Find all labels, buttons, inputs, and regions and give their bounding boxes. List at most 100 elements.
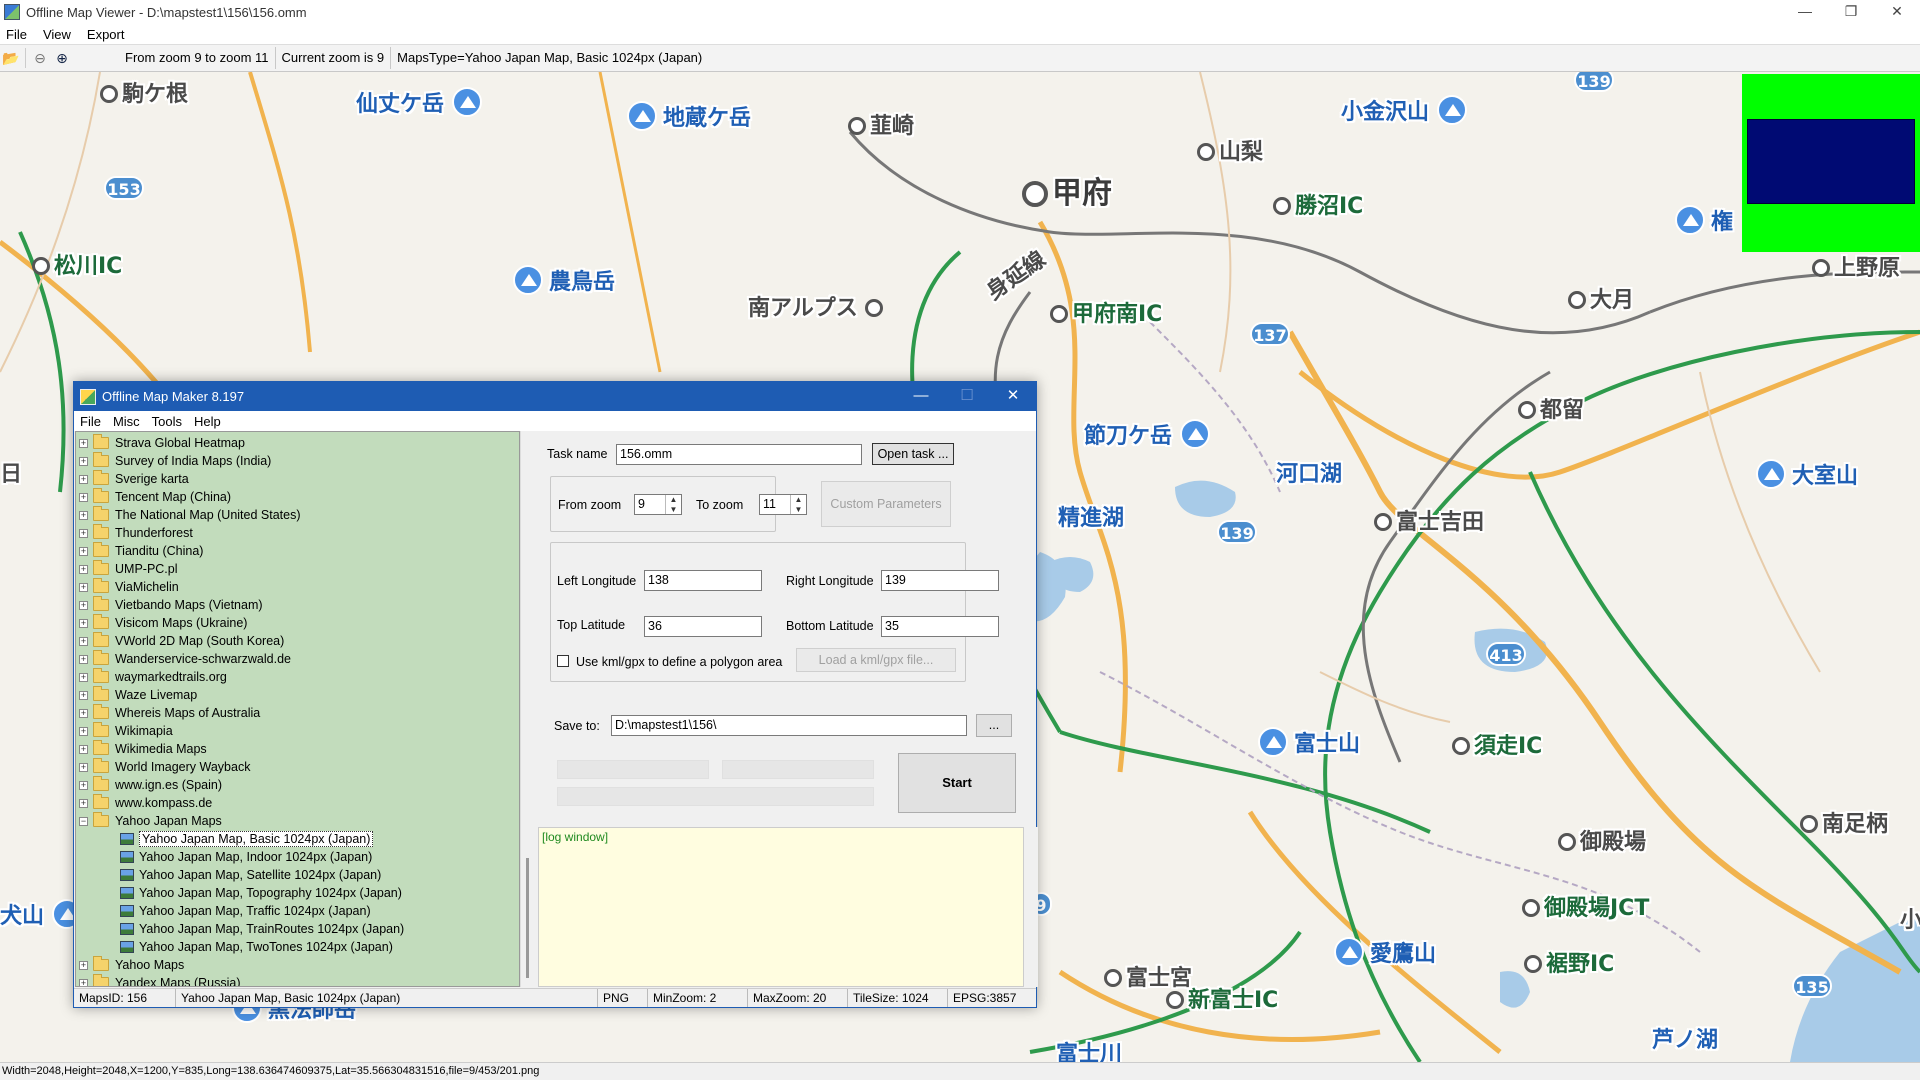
log-text: [log window] [542,830,609,844]
dialog-menu-file[interactable]: File [80,414,101,429]
collapse-icon[interactable]: − [79,816,88,826]
expand-icon[interactable]: + [79,474,88,484]
expand-icon[interactable]: + [79,528,88,538]
left-longitude-input[interactable]: 138 [644,570,762,591]
minimize-button[interactable]: — [1782,0,1828,24]
route-shield: 413 [1486,642,1526,666]
bottom-latitude-input[interactable]: 35 [881,616,999,637]
tree-folder-item[interactable]: + Wikimedia Maps [79,740,207,758]
tree-map-item[interactable]: Yahoo Japan Map, Indoor 1024px (Japan) [120,848,372,866]
open-task-button[interactable]: Open task ... [872,443,954,465]
tree-folder-item[interactable]: + Sverige karta [79,470,189,488]
tree-folder-item[interactable]: + Visicom Maps (Ukraine) [79,614,247,632]
expand-icon[interactable]: + [79,744,88,754]
expand-icon[interactable]: + [79,672,88,682]
dialog-maximize-button: ☐ [960,387,974,404]
tree-folder-item[interactable]: + The National Map (United States) [79,506,301,524]
log-scrollbar[interactable] [1024,827,1038,987]
dialog-menu-tools[interactable]: Tools [152,414,182,429]
kml-checkbox-label[interactable]: Use kml/gpx to define a polygon area [576,655,782,669]
expand-icon[interactable]: + [79,690,88,700]
from-zoom-spinner[interactable]: ▲ ▼ [665,495,681,514]
tree-folder-item[interactable]: + Wanderservice-schwarzwald.de [79,650,291,668]
tree-folder-item[interactable]: + waymarkedtrails.org [79,668,227,686]
tree-map-item[interactable]: Yahoo Japan Map, TwoTones 1024px (Japan) [120,938,393,956]
top-latitude-input[interactable]: 36 [644,616,762,637]
tree-folder-item[interactable]: + World Imagery Wayback [79,758,250,776]
tree-folder-item[interactable]: + Strava Global Heatmap [79,434,245,452]
tree-map-item[interactable]: Yahoo Japan Map, Traffic 1024px (Japan) [120,902,371,920]
map-source-tree[interactable]: + Strava Global Heatmap + Survey of India M… [75,431,520,987]
dialog-menu-misc[interactable]: Misc [113,414,140,429]
tree-folder-item[interactable]: + Yandex Maps (Russia) [79,974,241,986]
tree-folder-item[interactable]: + Tencent Map (China) [79,488,231,506]
tree-folder-item[interactable]: − Yahoo Japan Maps [79,812,222,830]
expand-icon[interactable]: + [79,798,88,808]
expand-icon[interactable]: + [79,780,88,790]
overview-viewport[interactable] [1747,119,1915,204]
dialog-menu-help[interactable]: Help [194,414,221,429]
tree-scrollbar[interactable] [520,431,536,987]
dialog-close-button[interactable]: ✕ [990,382,1036,410]
folder-icon [93,668,109,683]
save-to-input[interactable]: D:\mapstest1\156\ [611,715,967,736]
task-name-input[interactable]: 156.omm [616,444,862,465]
tree-folder-item[interactable]: + Waze Livemap [79,686,197,704]
expand-icon[interactable]: + [79,654,88,664]
menu-export[interactable]: Export [87,27,125,42]
folder-icon [93,974,109,986]
kml-checkbox[interactable] [557,655,569,667]
to-zoom-input[interactable]: 11 ▲ ▼ [759,494,807,515]
tree-folder-item[interactable]: + Vietbando Maps (Vietnam) [79,596,263,614]
expand-icon[interactable]: + [79,582,88,592]
tree-folder-item[interactable]: + www.ign.es (Spain) [79,776,222,794]
tree-map-item[interactable]: Yahoo Japan Map, Topography 1024px (Japa… [120,884,402,902]
expand-icon[interactable]: + [79,636,88,646]
tree-folder-item[interactable]: + ViaMichelin [79,578,179,596]
tree-folder-item[interactable]: + Wikimapia [79,722,173,740]
tree-map-item[interactable]: Yahoo Japan Map, Satellite 1024px (Japan… [120,866,381,884]
tree-item-label: www.ign.es (Spain) [115,778,222,792]
from-zoom-input[interactable]: 9 ▲ ▼ [634,494,682,515]
tree-map-item[interactable]: Yahoo Japan Map, Basic 1024px (Japan) [120,830,374,848]
zoom-in-icon[interactable]: ⊕ [51,47,73,69]
expand-icon[interactable]: + [79,618,88,628]
maximize-button[interactable]: ❐ [1828,0,1874,24]
expand-icon[interactable]: + [79,510,88,520]
map-label-omuro: 大室山 [1756,458,1858,490]
folder-icon [93,452,109,467]
overview-minimap[interactable] [1742,74,1920,252]
expand-icon[interactable]: + [79,978,88,986]
log-window[interactable]: [log window] [538,827,1024,987]
tree-folder-item[interactable]: + Yahoo Maps [79,956,184,974]
tree-folder-item[interactable]: + UMP-PC.pl [79,560,178,578]
close-button[interactable]: ✕ [1874,0,1920,24]
expand-icon[interactable]: + [79,726,88,736]
tree-folder-item[interactable]: + Tianditu (China) [79,542,203,560]
expand-icon[interactable]: + [79,456,88,466]
expand-icon[interactable]: + [79,600,88,610]
to-zoom-spinner[interactable]: ▲ ▼ [790,495,806,514]
zoom-out-icon[interactable]: ⊖ [29,47,51,69]
expand-icon[interactable]: + [79,492,88,502]
expand-icon[interactable]: + [79,438,88,448]
tree-folder-item[interactable]: + Thunderforest [79,524,193,542]
menu-view[interactable]: View [43,27,71,42]
open-folder-icon[interactable]: 📂 [0,47,22,69]
start-button[interactable]: Start [898,753,1016,813]
expand-icon[interactable]: + [79,762,88,772]
menu-file[interactable]: File [6,27,27,42]
tree-folder-item[interactable]: + VWorld 2D Map (South Korea) [79,632,284,650]
expand-icon[interactable]: + [79,564,88,574]
tree-map-item[interactable]: Yahoo Japan Map, TrainRoutes 1024px (Jap… [120,920,404,938]
expand-icon[interactable]: + [79,960,88,970]
browse-button[interactable]: ... [976,714,1012,737]
tree-scroll-thumb[interactable] [526,858,529,978]
expand-icon[interactable]: + [79,708,88,718]
right-longitude-input[interactable]: 139 [881,570,999,591]
expand-icon[interactable]: + [79,546,88,556]
tree-folder-item[interactable]: + Whereis Maps of Australia [79,704,260,722]
tree-folder-item[interactable]: + www.kompass.de [79,794,212,812]
tree-folder-item[interactable]: + Survey of India Maps (India) [79,452,271,470]
dialog-minimize-button[interactable]: — [898,382,944,410]
